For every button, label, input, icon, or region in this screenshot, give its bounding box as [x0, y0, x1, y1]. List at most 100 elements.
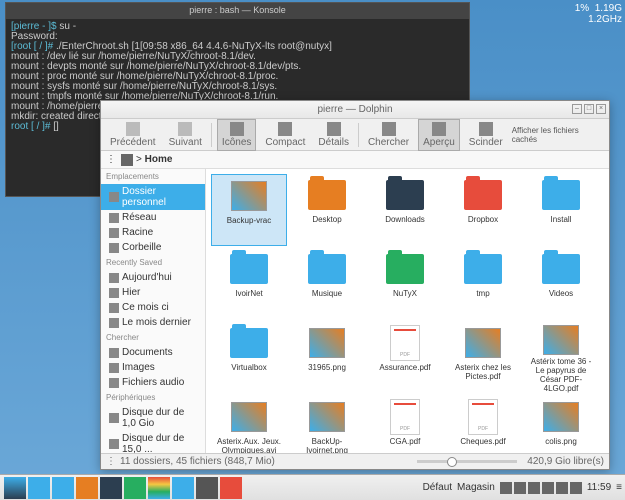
split-icon: [479, 122, 493, 136]
file-item[interactable]: tmp: [445, 248, 521, 320]
sidebar-item[interactable]: Images: [101, 360, 205, 375]
tray-icon[interactable]: [514, 482, 526, 494]
grid-icon: [230, 122, 244, 136]
file-item[interactable]: Dropbox: [445, 174, 521, 246]
taskbar-chrome[interactable]: [148, 477, 170, 499]
arrow-right-icon: [178, 122, 192, 136]
file-item[interactable]: Desktop: [289, 174, 365, 246]
sidebar-item[interactable]: Documents: [101, 345, 205, 360]
view-compact-button[interactable]: Compact: [261, 120, 309, 150]
file-item[interactable]: Cheques.pdf: [445, 396, 521, 453]
sidebar-item[interactable]: Le mois dernier: [101, 315, 205, 330]
tray-icon[interactable]: [556, 482, 568, 494]
file-item[interactable]: BackUp-Ivoirnet.png: [289, 396, 365, 453]
compact-icon: [278, 122, 292, 136]
maximize-button[interactable]: □: [584, 104, 594, 114]
sidebar-item[interactable]: Disque dur de 15,0 ...: [101, 431, 205, 453]
sidebar-item[interactable]: Réseau: [101, 210, 205, 225]
sidebar-item[interactable]: Fichiers audio: [101, 375, 205, 390]
taskbar-app-7[interactable]: [196, 477, 218, 499]
file-label: Asterix.Aux. Jeux. Olympiques.avi: [214, 437, 284, 453]
folder-icon: [464, 254, 502, 284]
file-label: BackUp-Ivoirnet.png: [292, 437, 362, 453]
taskbar-app-3[interactable]: [76, 477, 98, 499]
taskbar-app-2[interactable]: [52, 477, 74, 499]
file-item[interactable]: Assurance.pdf: [367, 322, 443, 394]
sidebar-item[interactable]: Racine: [101, 225, 205, 240]
search-icon: [382, 122, 396, 136]
tray-icon[interactable]: [528, 482, 540, 494]
breadcrumb[interactable]: ⋮ > Home: [101, 151, 609, 169]
hidden-files-toggle[interactable]: Afficher les fichiers cachés: [512, 126, 604, 144]
view-icons-button[interactable]: Icônes: [217, 119, 256, 151]
clock[interactable]: 11:59: [587, 482, 611, 493]
sidebar-item[interactable]: Ce mois ci: [101, 300, 205, 315]
taskbar-app-1[interactable]: [28, 477, 50, 499]
file-item[interactable]: IvoirNet: [211, 248, 287, 320]
file-label: Desktop: [312, 215, 341, 224]
tray-icon[interactable]: [570, 482, 582, 494]
file-item[interactable]: 31965.png: [289, 322, 365, 394]
sidebar-item[interactable]: Disque dur de 1,0 Gio: [101, 405, 205, 431]
system-tray[interactable]: [500, 482, 582, 494]
place-icon: [109, 213, 119, 223]
term-title: pierre : bash — Konsole: [6, 3, 469, 19]
file-item[interactable]: Backup-vrac: [211, 174, 287, 246]
start-button[interactable]: [4, 477, 26, 499]
pager-label-1[interactable]: Défaut: [423, 482, 452, 493]
split-button[interactable]: Scinder: [465, 120, 507, 150]
file-item[interactable]: Downloads: [367, 174, 443, 246]
file-item[interactable]: colis.png: [523, 396, 599, 453]
file-label: Dropbox: [468, 215, 498, 224]
file-item[interactable]: Asterix chez les Pictes.pdf: [445, 322, 521, 394]
place-icon: [109, 303, 119, 313]
place-icon: [109, 378, 119, 388]
window-title[interactable]: pierre — Dolphin – □ ×: [101, 101, 609, 119]
file-item[interactable]: Asterix.Aux. Jeux. Olympiques.avi: [211, 396, 287, 453]
file-label: colis.png: [545, 437, 577, 446]
zoom-slider[interactable]: [417, 460, 517, 463]
file-item[interactable]: Install: [523, 174, 599, 246]
file-label: CGA.pdf: [390, 437, 421, 446]
place-icon: [109, 413, 119, 423]
show-desktop[interactable]: ≡: [616, 482, 622, 493]
nav-prev-button[interactable]: Précédent: [106, 120, 160, 150]
place-icon: [109, 288, 119, 298]
place-icon: [109, 192, 119, 202]
taskbar: Défaut Magasin 11:59 ≡: [0, 474, 625, 500]
sidebar-item[interactable]: Corbeille: [101, 240, 205, 255]
toolbar: Précédent Suivant Icônes Compact Détails…: [101, 119, 609, 151]
image-thumb-icon: [309, 328, 345, 358]
pager-label-2[interactable]: Magasin: [457, 482, 495, 493]
file-item[interactable]: Virtualbox: [211, 322, 287, 394]
file-item[interactable]: Musique: [289, 248, 365, 320]
file-item[interactable]: Astérix tome 36 - Le papyrus de César PD…: [523, 322, 599, 394]
sidebar-item[interactable]: Aujourd'hui: [101, 270, 205, 285]
taskbar-app-6[interactable]: [172, 477, 194, 499]
arrow-left-icon: [126, 122, 140, 136]
sidebar-item[interactable]: Hier: [101, 285, 205, 300]
file-grid[interactable]: Backup-vrac Desktop Downloads Dropbox Instal…: [206, 169, 609, 453]
preview-button[interactable]: Aperçu: [418, 119, 460, 151]
folder-icon: [230, 254, 268, 284]
file-label: Virtualbox: [231, 363, 266, 372]
taskbar-app-4[interactable]: [100, 477, 122, 499]
image-thumb-icon: [465, 328, 501, 358]
file-label: Astérix tome 36 - Le papyrus de César PD…: [526, 357, 596, 393]
sidebar-item[interactable]: Dossier personnel: [101, 184, 205, 210]
file-item[interactable]: Videos: [523, 248, 599, 320]
minimize-button[interactable]: –: [572, 104, 582, 114]
taskbar-app-8[interactable]: [220, 477, 242, 499]
view-details-button[interactable]: Détails: [314, 120, 353, 150]
file-item[interactable]: CGA.pdf: [367, 396, 443, 453]
tray-icon[interactable]: [542, 482, 554, 494]
nav-next-button[interactable]: Suivant: [165, 120, 206, 150]
folder-icon: [542, 180, 580, 210]
file-label: Downloads: [385, 215, 425, 224]
search-button[interactable]: Chercher: [364, 120, 413, 150]
taskbar-app-5[interactable]: [124, 477, 146, 499]
file-item[interactable]: NuTyX: [367, 248, 443, 320]
system-monitor: 1% 1.19G 1.2GHz: [575, 3, 622, 25]
tray-icon[interactable]: [500, 482, 512, 494]
close-button[interactable]: ×: [596, 104, 606, 114]
